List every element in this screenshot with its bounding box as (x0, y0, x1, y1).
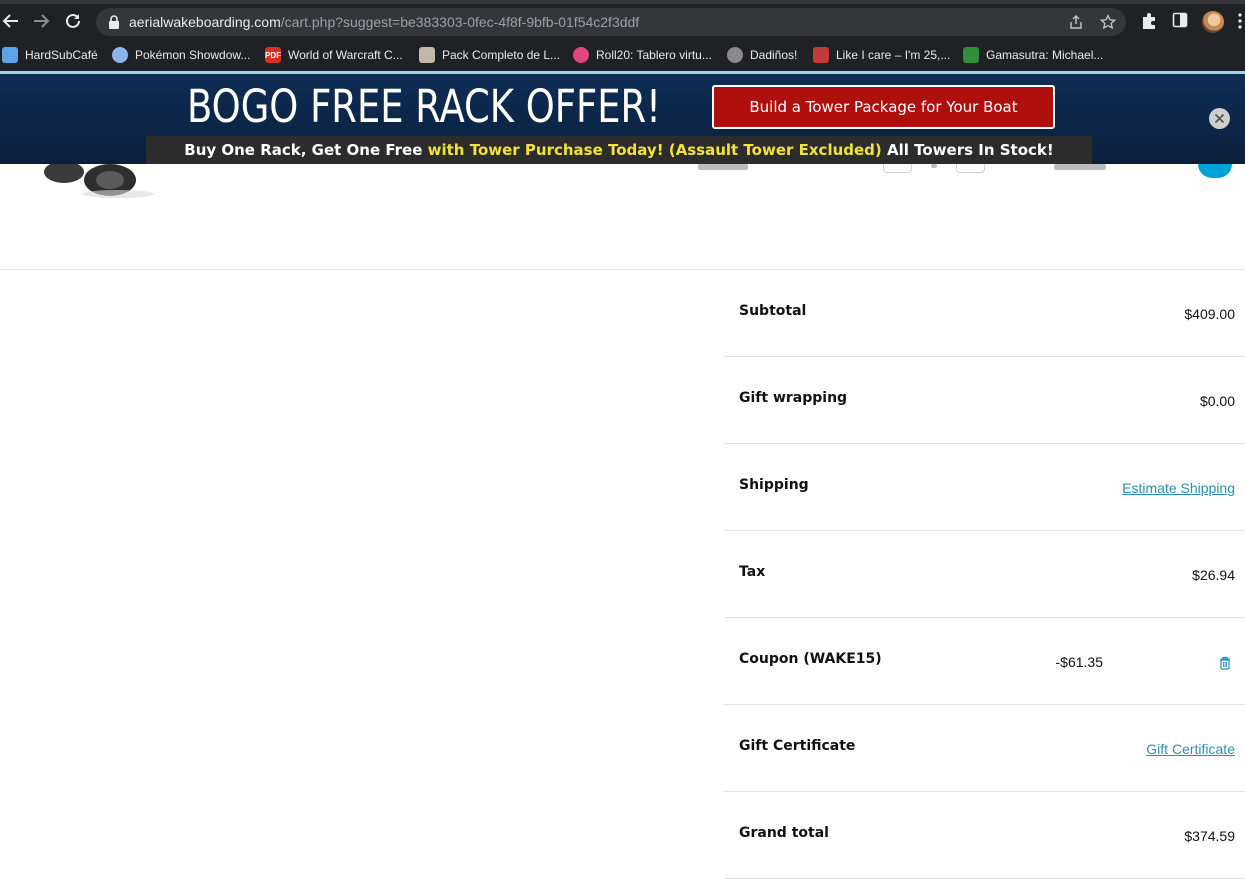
bookmark-roll20[interactable]: Roll20: Tablero virtu... (573, 46, 712, 64)
pokemon-showdown-favicon (112, 47, 128, 63)
url-path: /cart.php?suggest=be383303-0fec-4f8f-9bf… (280, 14, 640, 30)
forward-arrow-icon (34, 14, 50, 28)
bookmark-gamasutra[interactable]: Gamasutra: Michael... (963, 46, 1103, 64)
remove-coupon-trash-icon[interactable] (1219, 656, 1231, 670)
bookmark-pokemon-showdown[interactable]: Pokémon Showdow... (112, 46, 250, 64)
address-bar[interactable]: aerialwakeboarding.com/cart.php?suggest=… (96, 8, 1126, 36)
gamasutra-favicon (963, 47, 979, 63)
tax-label: Tax (739, 564, 766, 580)
roll20-favicon (573, 47, 589, 63)
remove-item-button[interactable] (1198, 164, 1232, 178)
totals-row-tax: Tax $26.94 (724, 531, 1245, 618)
likeicare-favicon (813, 47, 829, 63)
cart-totals: Subtotal $409.00 Gift wrapping $0.00 Shi… (724, 270, 1245, 879)
tax-value: $26.94 (1192, 567, 1235, 583)
reload-button[interactable] (62, 10, 84, 32)
share-icon[interactable] (1068, 14, 1084, 30)
strip-text-stock: All Towers In Stock! (887, 141, 1054, 159)
bookmark-label: Like I care – I'm 25,... (836, 48, 951, 62)
item-total-clipped (1054, 164, 1106, 170)
totals-row-grand-total: Grand total $374.59 (724, 792, 1245, 879)
coupon-label: Coupon (WAKE15) (739, 651, 882, 667)
bookmark-world-of-warcraft[interactable]: PDF World of Warcraft C... (265, 46, 403, 64)
grand-total-label: Grand total (739, 825, 829, 841)
promo-banner: BOGO FREE RACK OFFER! Build a Tower Pack… (0, 74, 1245, 164)
tab-strip-edge (0, 0, 1245, 4)
extensions-puzzle-icon[interactable] (1140, 12, 1158, 30)
banner-offer-strip: Buy One Rack, Get One Free with Tower Pu… (146, 136, 1092, 164)
back-arrow-icon (2, 14, 18, 28)
bookmark-label: Roll20: Tablero virtu... (596, 48, 712, 62)
pack-favicon (419, 47, 435, 63)
gift-wrapping-value: $0.00 (1199, 393, 1235, 409)
close-icon (1214, 113, 1225, 124)
bookmark-like-i-care[interactable]: Like I care – I'm 25,... (813, 46, 950, 64)
qty-decrease-button[interactable] (883, 164, 912, 173)
close-banner-button[interactable] (1209, 108, 1230, 129)
qty-increase-button[interactable] (956, 164, 985, 173)
bookmark-dadinos[interactable]: Dadiños! (727, 46, 797, 64)
strip-text-yellow: with Tower Purchase Today! (Assault Towe… (427, 141, 882, 159)
banner-title: BOGO FREE RACK OFFER! (187, 80, 661, 133)
strip-text-white: Buy One Rack, Get One Free (184, 141, 423, 159)
grand-total-value: $374.59 (1184, 828, 1235, 844)
side-panel-icon[interactable] (1172, 12, 1188, 28)
reload-icon (66, 13, 80, 28)
totals-row-gift-certificate: Gift Certificate Gift Certificate (724, 705, 1245, 792)
hardsubcafe-favicon (2, 47, 18, 63)
url-domain: aerialwakeboarding.com (129, 14, 281, 30)
bookmark-label: World of Warcraft C... (288, 48, 403, 62)
lock-icon (109, 15, 119, 29)
bookmark-star-icon[interactable] (1100, 14, 1116, 30)
gift-wrapping-label: Gift wrapping (739, 390, 848, 406)
subtotal-value: $409.00 (1184, 306, 1235, 322)
totals-row-gift-wrapping: Gift wrapping $0.00 (724, 357, 1245, 444)
qty-value-clipped (931, 164, 937, 168)
bookmark-label: Dadiños! (750, 48, 798, 62)
bookmarks-bar: HardSubCafé Pokémon Showdow... PDF World… (0, 40, 1245, 70)
subtotal-label: Subtotal (739, 303, 807, 319)
profile-avatar[interactable] (1202, 11, 1224, 33)
bookmark-label: Pack Completo de L... (442, 48, 561, 62)
estimate-shipping-link[interactable]: Estimate Shipping (1122, 480, 1235, 496)
bookmark-pack-completo[interactable]: Pack Completo de L... (419, 46, 560, 64)
coupon-value: -$61.35 (1055, 654, 1103, 670)
bookmark-label: HardSubCafé (25, 48, 98, 62)
totals-row-coupon: Coupon (WAKE15) -$61.35 (724, 618, 1245, 705)
url-text: aerialwakeboarding.com/cart.php?suggest=… (129, 14, 639, 30)
totals-row-shipping: Shipping Estimate Shipping (724, 444, 1245, 531)
shipping-label: Shipping (739, 477, 809, 493)
item-price-clipped (698, 164, 748, 170)
totals-row-subtotal: Subtotal $409.00 (724, 270, 1245, 357)
globe-favicon (727, 47, 743, 63)
build-tower-package-button[interactable]: Build a Tower Package for Your Boat (712, 85, 1055, 129)
menu-kebab-icon[interactable] (1237, 12, 1243, 30)
forward-button[interactable] (30, 10, 52, 32)
gift-certificate-label: Gift Certificate (739, 738, 856, 754)
gift-certificate-link[interactable]: Gift Certificate (1146, 741, 1235, 757)
browser-chrome: aerialwakeboarding.com/cart.php?suggest=… (0, 0, 1245, 74)
bookmark-label: Gamasutra: Michael... (986, 48, 1104, 62)
bookmark-label: Pokémon Showdow... (135, 48, 251, 62)
bookmark-hardsubcafe[interactable]: HardSubCafé (2, 46, 98, 64)
product-image (44, 164, 154, 198)
back-button[interactable] (0, 10, 22, 32)
pdf-favicon: PDF (265, 47, 281, 63)
